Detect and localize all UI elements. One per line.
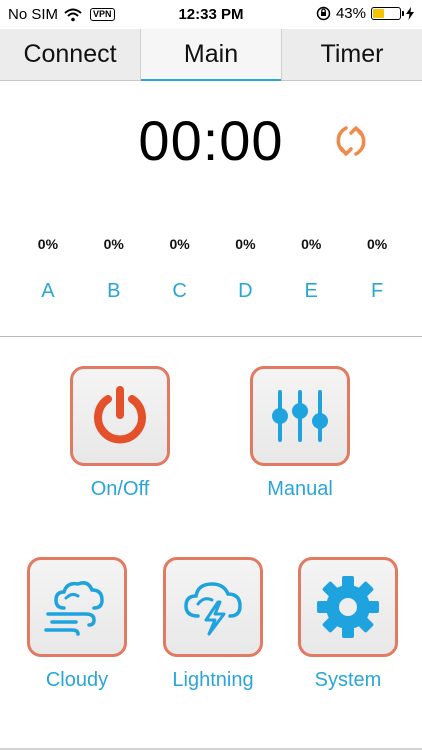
manual-control: Manual <box>235 366 365 501</box>
channel-b: 0% B <box>81 236 147 303</box>
refresh-icon[interactable] <box>330 120 372 162</box>
channel-percent: 0% <box>235 236 256 252</box>
orientation-lock-icon <box>316 6 331 21</box>
channel-label: F <box>370 280 384 302</box>
channel-a: 0% A <box>15 236 81 303</box>
onoff-label: On/Off <box>90 478 150 500</box>
onoff-control: On/Off <box>55 366 185 501</box>
channel-label: A <box>41 280 55 302</box>
status-bar: No SIM VPN 12:33 PM 43% <box>0 0 422 30</box>
channel-label: D <box>238 280 253 302</box>
cloudy-label: Cloudy <box>45 669 109 691</box>
battery-percent: 43% <box>335 5 366 22</box>
channel-c: 0% C <box>147 236 213 303</box>
channel-label: B <box>107 280 121 302</box>
channel-percent: 0% <box>366 236 388 252</box>
cloudy-button[interactable] <box>27 557 127 657</box>
cloudy-control: Cloudy <box>12 557 142 692</box>
lightning-control: Lightning <box>148 557 278 692</box>
sliders-icon <box>272 390 328 442</box>
manual-button[interactable] <box>250 366 350 466</box>
onoff-button[interactable] <box>70 366 170 466</box>
lightning-button[interactable] <box>163 557 263 657</box>
channel-list: 0% A 0% B 0% C 0% D 0% E 0% F <box>15 236 410 303</box>
gear-icon <box>317 576 379 638</box>
channel-percent: 0% <box>103 236 124 252</box>
system-label: System <box>314 669 382 691</box>
power-icon <box>94 386 146 444</box>
status-right: 43% <box>316 5 414 22</box>
battery-icon <box>371 7 404 20</box>
channel-percent: 0% <box>169 236 190 252</box>
channel-label: C <box>172 280 187 302</box>
cloud-wind-icon <box>44 581 104 636</box>
channel-percent: 0% <box>37 236 59 252</box>
channel-percent: 0% <box>301 236 322 252</box>
channel-e: 0% E <box>278 236 344 303</box>
charging-icon <box>406 7 414 20</box>
tab-main[interactable]: Main <box>141 29 282 81</box>
cloud-lightning-icon <box>184 582 242 636</box>
system-control: System <box>283 557 413 692</box>
channel-d: 0% D <box>212 236 278 303</box>
system-button[interactable] <box>298 557 398 657</box>
tab-connect[interactable]: Connect <box>0 29 141 80</box>
manual-label: Manual <box>267 478 333 500</box>
section-divider <box>0 336 422 337</box>
channel-f: 0% F <box>344 236 410 303</box>
lightning-label: Lightning <box>172 669 254 691</box>
tab-timer[interactable]: Timer <box>282 29 422 80</box>
tab-bar: Connect Main Timer <box>0 29 422 81</box>
channel-label: E <box>304 280 318 302</box>
